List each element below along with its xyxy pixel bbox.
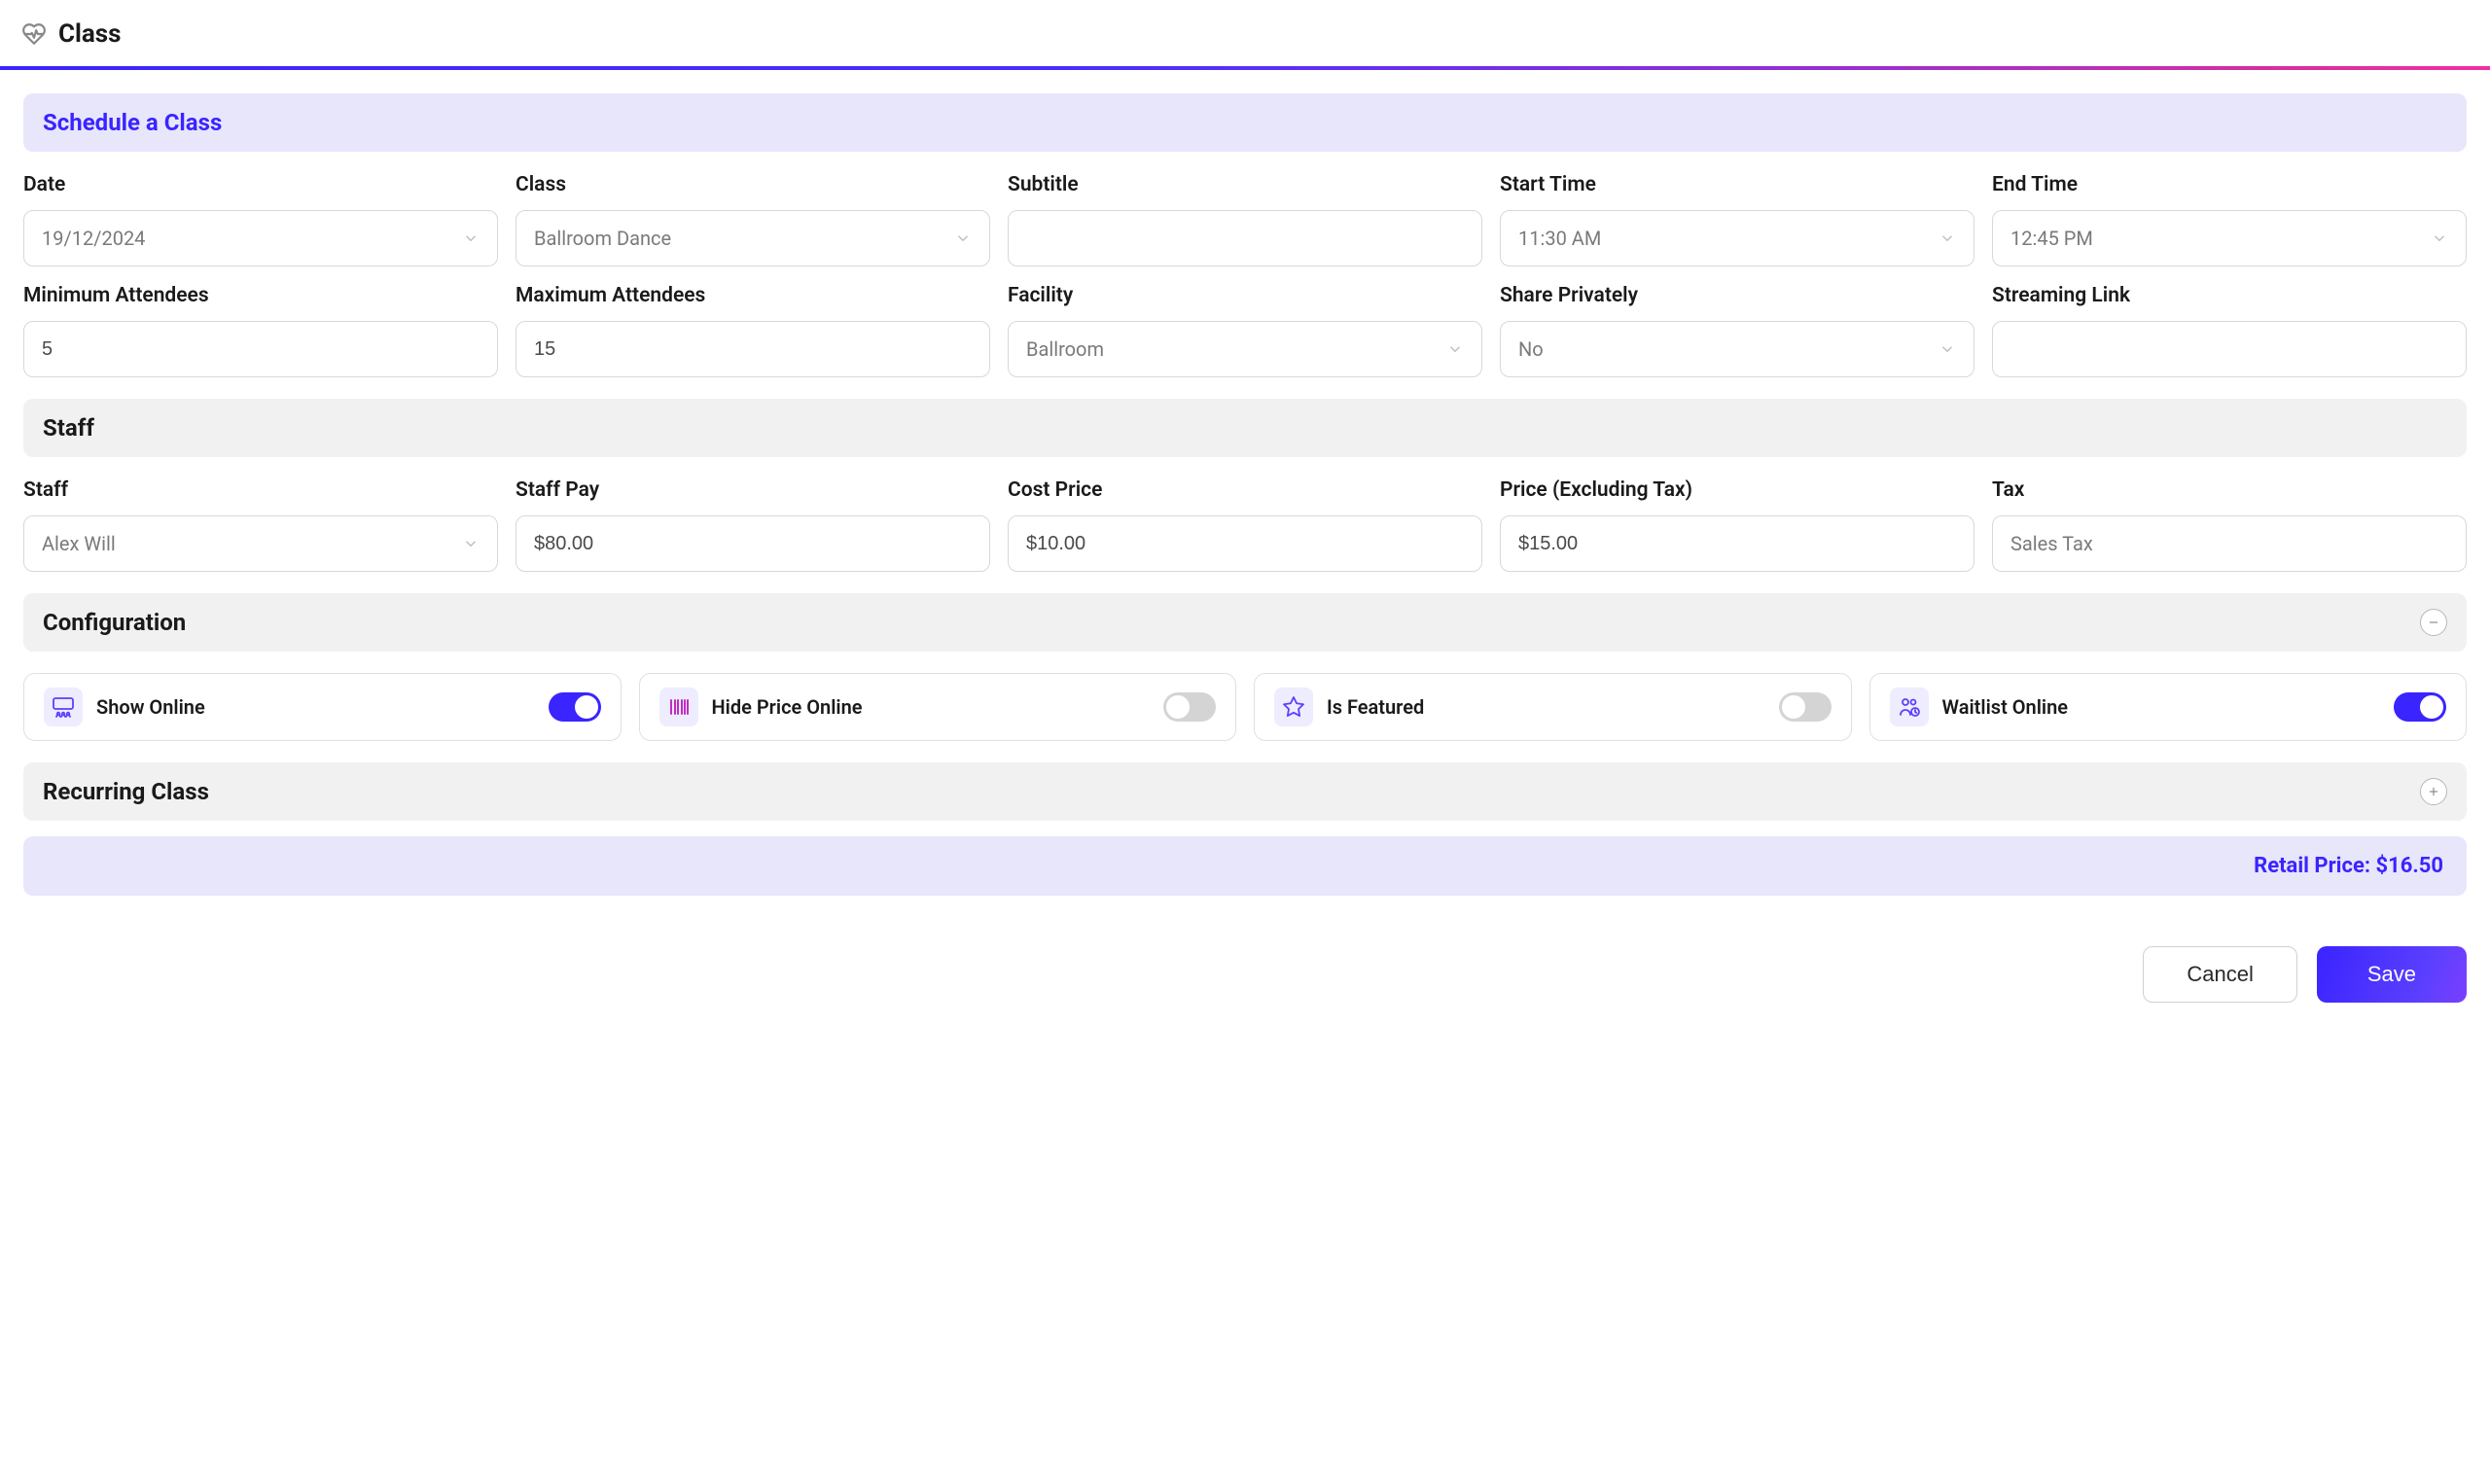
toggle-card-is-featured: Is Featured [1254, 673, 1852, 741]
toggle-waitlist[interactable] [2394, 692, 2446, 722]
chevron-down-icon [954, 230, 972, 247]
min-attendees-label: Minimum Attendees [23, 284, 498, 307]
chevron-down-icon [462, 535, 480, 552]
retail-value: $16.50 [2376, 854, 2444, 878]
page-header: Class [0, 0, 2490, 66]
facility-select[interactable]: Ballroom [1008, 321, 1482, 377]
cost-price-label: Cost Price [1008, 478, 1482, 502]
display-people-icon [44, 688, 83, 726]
chevron-down-icon [2431, 230, 2448, 247]
section-configuration-header: Configuration [23, 593, 2467, 652]
section-staff-header: Staff [23, 399, 2467, 457]
share-privately-label: Share Privately [1500, 284, 1974, 307]
staff-value: Alex Will [42, 532, 462, 555]
footer-actions: Cancel Save [0, 946, 2490, 1026]
collapse-configuration-button[interactable] [2420, 609, 2447, 636]
section-configuration-title: Configuration [43, 609, 186, 636]
cost-price-wrap [1008, 515, 1482, 572]
chevron-down-icon [1939, 340, 1956, 358]
start-time-label: Start Time [1500, 173, 1974, 196]
section-schedule-header: Schedule a Class [23, 93, 2467, 152]
max-attendees-label: Maximum Attendees [516, 284, 990, 307]
share-privately-select[interactable]: No [1500, 321, 1974, 377]
toggle-label: Show Online [96, 695, 535, 719]
staff-select[interactable]: Alex Will [23, 515, 498, 572]
chevron-down-icon [1446, 340, 1464, 358]
people-clock-icon [1890, 688, 1929, 726]
section-schedule-title: Schedule a Class [43, 109, 2447, 136]
tax-select[interactable]: Sales Tax [1992, 515, 2467, 572]
min-attendees-input[interactable] [42, 322, 480, 376]
chevron-down-icon [1939, 230, 1956, 247]
minus-icon [2427, 616, 2440, 629]
staff-pay-label: Staff Pay [516, 478, 990, 502]
retail-price-bar: Retail Price: $16.50 [23, 836, 2467, 896]
subtitle-input[interactable] [1026, 211, 1464, 265]
toggle-hide-price[interactable] [1163, 692, 1216, 722]
section-staff-title: Staff [43, 414, 2447, 442]
section-recurring-header: Recurring Class [23, 762, 2467, 821]
retail-label: Retail Price: [2254, 854, 2370, 878]
max-attendees-input[interactable] [534, 322, 972, 376]
toggle-card-show-online: Show Online [23, 673, 622, 741]
toggle-card-hide-price: Hide Price Online [639, 673, 1237, 741]
staff-pay-wrap [516, 515, 990, 572]
date-value: 19/12/2024 [42, 227, 462, 250]
streaming-link-label: Streaming Link [1992, 284, 2467, 307]
tax-value: Sales Tax [2010, 532, 2448, 555]
end-time-label: End Time [1992, 173, 2467, 196]
barcode-icon [659, 688, 698, 726]
cost-price-input[interactable] [1026, 516, 1464, 571]
subtitle-label: Subtitle [1008, 173, 1482, 196]
end-time-select[interactable]: 12:45 PM [1992, 210, 2467, 266]
date-select[interactable]: 19/12/2024 [23, 210, 498, 266]
price-ex-tax-wrap [1500, 515, 1974, 572]
heart-pulse-icon [21, 21, 47, 47]
staff-pay-input[interactable] [534, 516, 972, 571]
price-ex-tax-label: Price (Excluding Tax) [1500, 478, 1974, 502]
toggle-label: Is Featured [1327, 695, 1765, 719]
max-attendees-wrap [516, 321, 990, 377]
price-ex-tax-input[interactable] [1518, 516, 1956, 571]
facility-value: Ballroom [1026, 337, 1446, 361]
expand-recurring-button[interactable] [2420, 778, 2447, 805]
plus-icon [2427, 785, 2440, 798]
cancel-button[interactable]: Cancel [2143, 946, 2296, 1003]
retail-price-text: Retail Price: $16.50 [2254, 854, 2443, 878]
start-time-select[interactable]: 11:30 AM [1500, 210, 1974, 266]
toggle-label: Waitlist Online [1942, 695, 2381, 719]
save-button[interactable]: Save [2317, 946, 2467, 1003]
facility-label: Facility [1008, 284, 1482, 307]
chevron-down-icon [462, 230, 480, 247]
staff-label: Staff [23, 478, 498, 502]
class-label: Class [516, 173, 990, 196]
streaming-link-wrap [1992, 321, 2467, 377]
class-select[interactable]: Ballroom Dance [516, 210, 990, 266]
end-time-value: 12:45 PM [2010, 227, 2431, 250]
streaming-link-input[interactable] [2010, 322, 2448, 376]
page-title: Class [58, 19, 122, 49]
toggle-show-online[interactable] [549, 692, 601, 722]
toggle-card-waitlist: Waitlist Online [1869, 673, 2468, 741]
class-value: Ballroom Dance [534, 227, 954, 250]
star-icon [1274, 688, 1313, 726]
toggle-label: Hide Price Online [712, 695, 1151, 719]
section-recurring-title: Recurring Class [43, 778, 209, 805]
share-privately-value: No [1518, 337, 1939, 361]
date-label: Date [23, 173, 498, 196]
toggle-is-featured[interactable] [1779, 692, 1832, 722]
subtitle-input-wrap [1008, 210, 1482, 266]
min-attendees-wrap [23, 321, 498, 377]
start-time-value: 11:30 AM [1518, 227, 1939, 250]
tax-label: Tax [1992, 478, 2467, 502]
